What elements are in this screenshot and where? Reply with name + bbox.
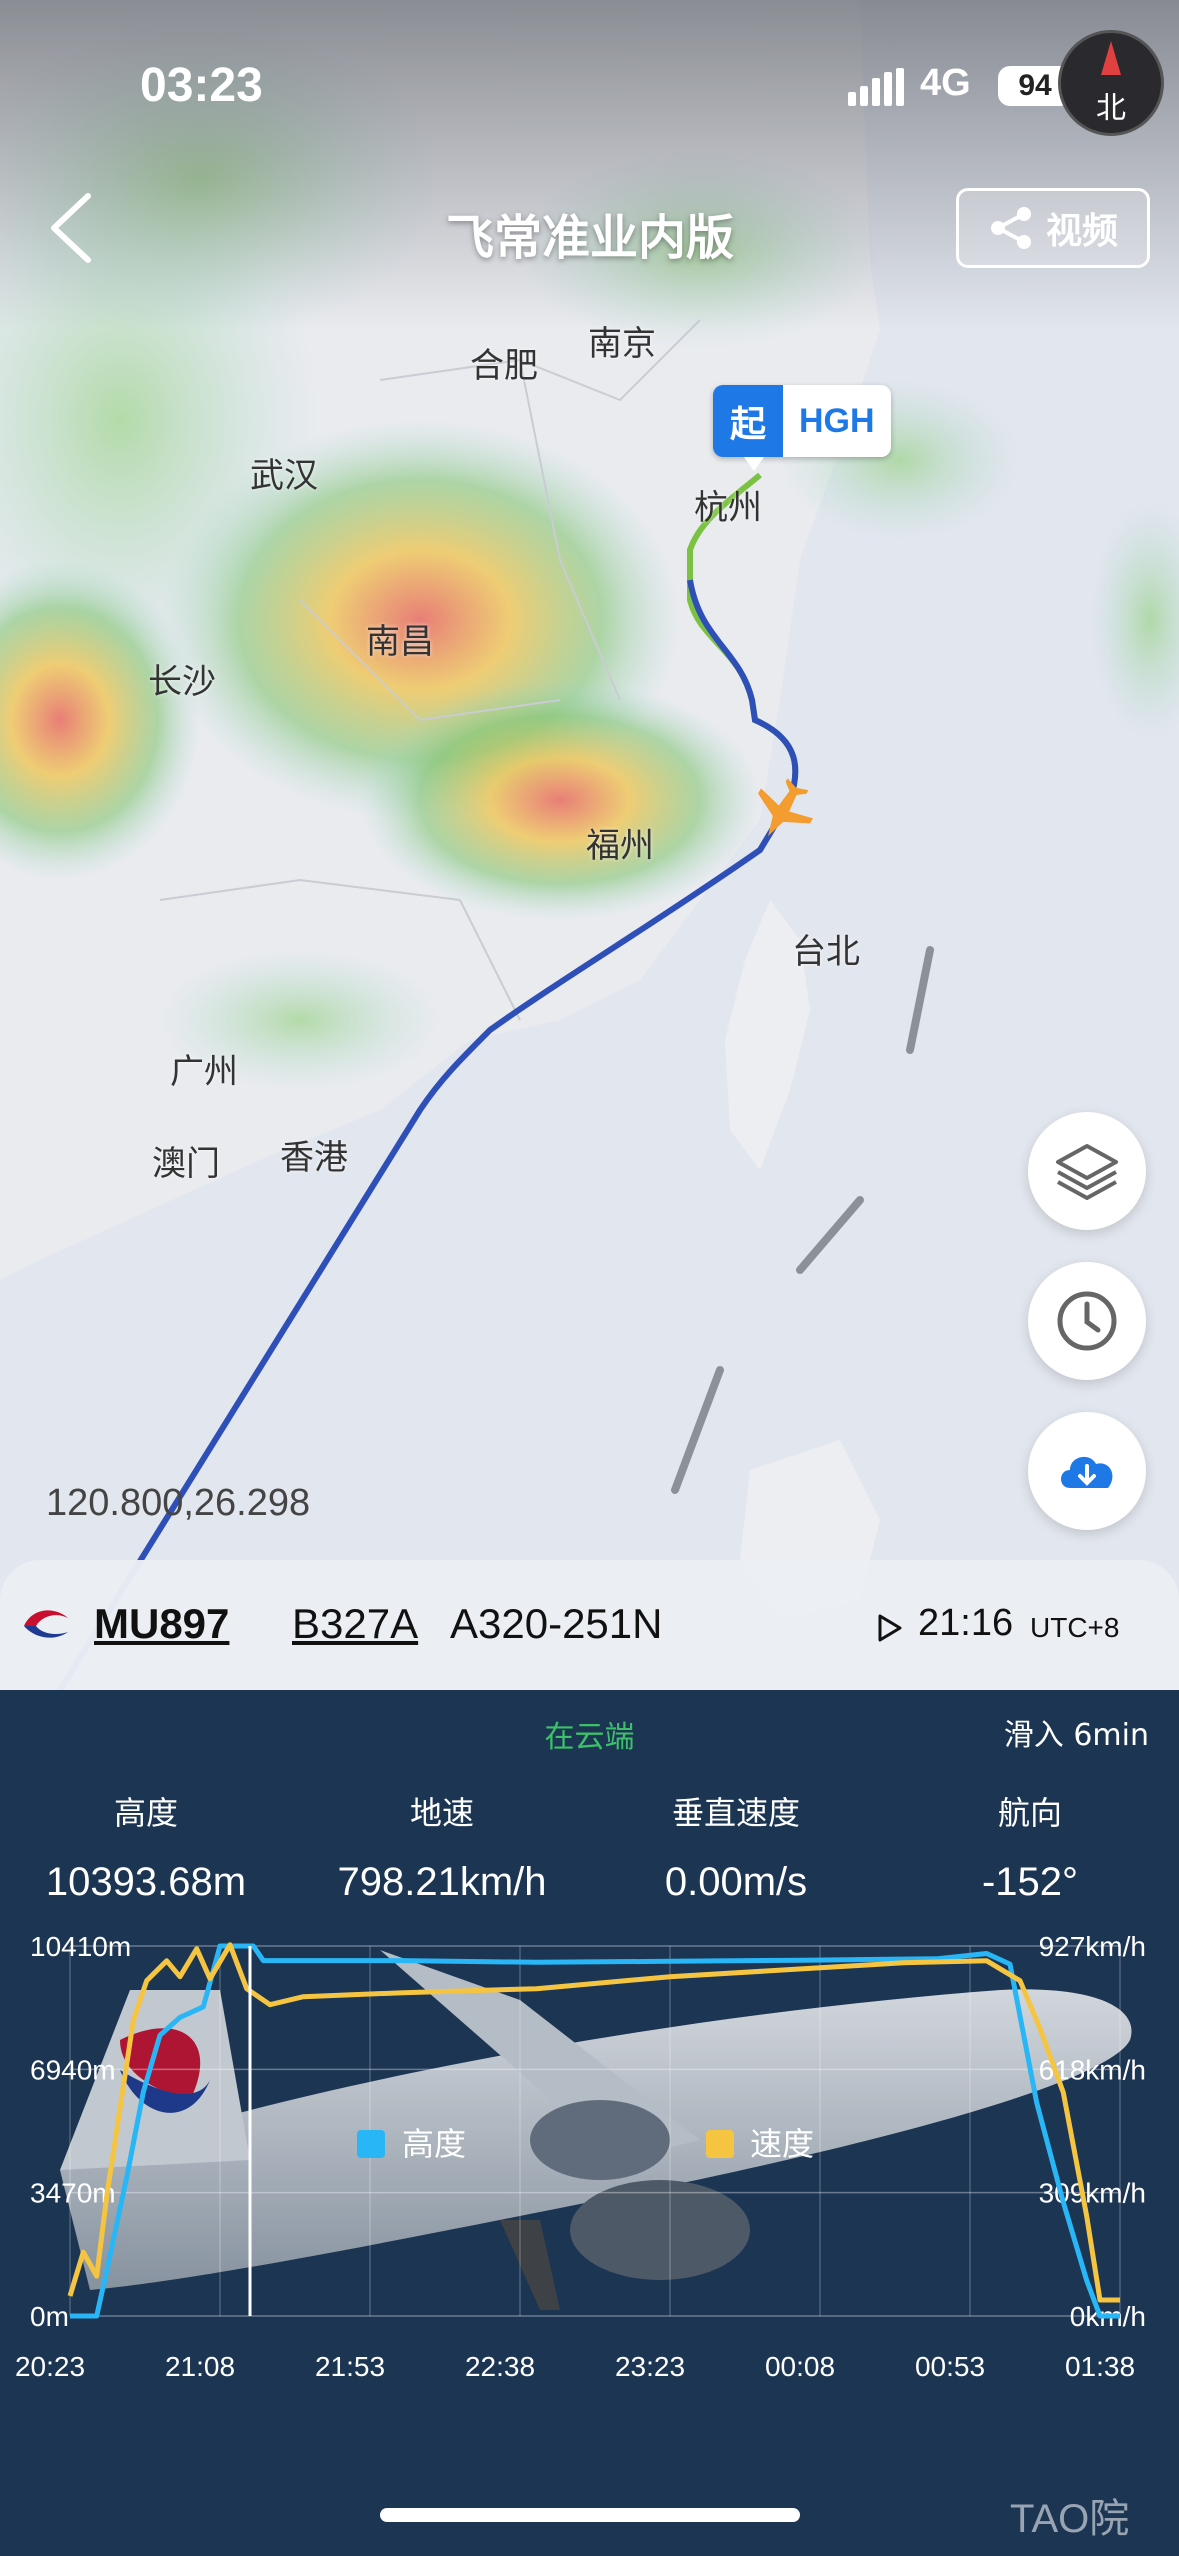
layers-button[interactable] <box>1028 1112 1146 1230</box>
y-right-tick-label: 309km/h <box>1039 2178 1146 2209</box>
download-button[interactable] <box>1028 1412 1146 1530</box>
departure-time: 21:16 <box>918 1602 1014 1644</box>
x-tick-label: 00:53 <box>915 2351 985 2382</box>
stat-altitude-label: 高度 <box>113 1794 178 1832</box>
clock-icon <box>1057 1291 1117 1351</box>
history-button[interactable] <box>1028 1262 1146 1380</box>
x-tick-label: 20:23 <box>15 2351 85 2382</box>
x-tick-label: 23:23 <box>615 2351 685 2382</box>
series-altitude-line <box>70 1943 1120 2319</box>
airline-logo-icon <box>24 1610 68 1638</box>
flight-info-bar[interactable]: MU897 B327A A320-251N 21:16 UTC+8 <box>0 1560 1179 1690</box>
y-left-tick-label: 10410m <box>30 1931 131 1962</box>
taxi-in-time: 滑入 6min <box>1003 1718 1149 1753</box>
city-label-hangzhou: 杭州 <box>694 488 762 528</box>
city-label-nanjing: 南京 <box>588 324 656 364</box>
origin-airport-code: HGH <box>783 385 891 457</box>
play-icon[interactable] <box>876 1614 902 1642</box>
city-label-taipei: 台北 <box>792 932 860 972</box>
city-label-nanchang: 南昌 <box>366 622 434 662</box>
layers-icon <box>1056 1144 1118 1200</box>
page-title: 飞常准业内版 <box>445 210 734 266</box>
chart-legend: 高度 速度 <box>357 2125 814 2163</box>
signal-icon <box>848 68 904 106</box>
stat-vertical-speed-label: 垂直速度 <box>671 1794 800 1832</box>
registration-link[interactable]: B327A <box>292 1600 418 1648</box>
x-tick-label: 22:38 <box>465 2351 535 2382</box>
city-label-hefei: 合肥 <box>470 346 538 386</box>
chart-series <box>67 1942 1120 2319</box>
city-label-changsha: 长沙 <box>148 662 216 702</box>
legend-altitude-swatch <box>357 2130 385 2158</box>
origin-tag: 起 <box>713 385 783 457</box>
legend-speed-label: 速度 <box>750 2125 814 2163</box>
app-screen: 合肥 南京 武汉 杭州 南昌 长沙 福州 台北 广州 澳门 香港 起 HGH 0… <box>0 0 1179 2556</box>
origin-marker[interactable]: 起 HGH <box>713 385 891 457</box>
city-label-guangzhou: 广州 <box>170 1052 238 1092</box>
stat-vertical-speed-value: 0.00m/s <box>664 1860 808 1904</box>
legend-speed-swatch <box>706 2130 734 2158</box>
y-left-tick-label: 0m <box>30 2301 69 2332</box>
x-tick-label: 21:08 <box>165 2351 235 2382</box>
chart-grid <box>69 1945 1121 2317</box>
series-speed-line <box>67 1942 1120 2303</box>
city-label-wuhan: 武汉 <box>250 456 318 496</box>
cloud-download-icon <box>1061 1456 1113 1488</box>
city-label-hongkong: 香港 <box>280 1138 348 1178</box>
y-left-tick-label: 3470m <box>30 2178 116 2209</box>
cursor-coordinates: 120.800,26.298 <box>46 1482 311 1524</box>
video-button[interactable]: 视频 <box>956 188 1150 268</box>
stat-altitude-value: 10393.68m <box>45 1860 247 1904</box>
x-tick-label: 21:53 <box>315 2351 385 2382</box>
stat-groundspeed-label: 地速 <box>409 1794 474 1832</box>
altitude-speed-chart[interactable]: 10410m 6940m 3470m 0m 927km/h618km/h309km/h… <box>0 1930 1179 2400</box>
origin-pin <box>744 457 764 471</box>
share-icon <box>990 207 1031 249</box>
back-button[interactable] <box>40 190 100 266</box>
legend-altitude-label: 高度 <box>402 2125 466 2163</box>
flight-number-link[interactable]: MU897 <box>94 1600 229 1648</box>
city-label-fuzhou: 福州 <box>586 826 654 866</box>
y-left-tick-label: 6940m <box>30 2054 116 2085</box>
flight-status: 在云端 <box>544 1720 635 1755</box>
flight-data-panel: 在云端 滑入 6min 高度 地速 垂直速度 航向 10393.68m 798.… <box>0 1690 1179 2556</box>
status-time: 03:23 <box>140 59 263 112</box>
flight-map[interactable]: 合肥 南京 武汉 杭州 南昌 长沙 福州 台北 广州 澳门 香港 起 HGH 0… <box>0 0 1179 1690</box>
status-bar: 03:23 4G 94 北 <box>0 0 1179 170</box>
compass-label: 北 <box>1096 91 1126 126</box>
stat-heading-value: -152° <box>981 1860 1079 1904</box>
watermark: TAO院 <box>1010 2497 1130 2541</box>
home-indicator[interactable] <box>380 2508 800 2522</box>
stat-heading-label: 航向 <box>997 1794 1062 1832</box>
x-axis: 20:23 21:08 21:53 22:38 23:23 00:08 00:53 01:38 <box>15 2351 1135 2382</box>
x-tick-label: 01:38 <box>1065 2351 1135 2382</box>
network-type: 4G <box>920 62 971 104</box>
y-right-tick-label: 927km/h <box>1039 1931 1146 1962</box>
timezone-label: UTC+8 <box>1030 1612 1120 1643</box>
aircraft-type: A320-251N <box>450 1600 663 1647</box>
city-label-macau: 澳门 <box>152 1144 220 1184</box>
video-button-label: 视频 <box>1045 211 1118 252</box>
compass-button[interactable]: 北 <box>1058 30 1164 136</box>
stat-groundspeed-value: 798.21km/h <box>337 1860 547 1904</box>
x-tick-label: 00:08 <box>765 2351 835 2382</box>
y-axis-right: 927km/h618km/h309km/h0km/h <box>1039 1931 1146 2332</box>
